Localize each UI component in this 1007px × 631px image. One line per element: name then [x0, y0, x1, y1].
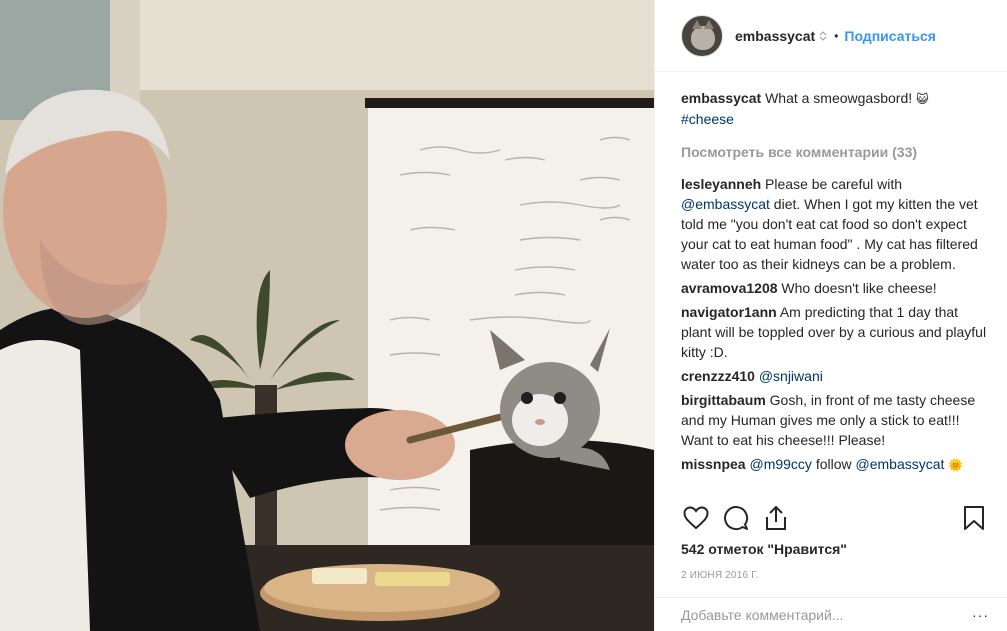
comment-item: missnpea @m99ccy follow @embassycat 🌞	[681, 454, 989, 475]
view-all-comments-link[interactable]: Посмотреть все комментарии (33)	[681, 142, 989, 162]
comments-list: embassycat What a smeowgasbord! 😺 #chees…	[681, 88, 989, 479]
photo-illustration	[0, 0, 654, 631]
caption-username[interactable]: embassycat	[681, 90, 761, 106]
instagram-post: embassycat • Подписаться embassycat What…	[0, 0, 1007, 631]
comment-mention[interactable]: @embassycat	[681, 196, 770, 212]
avatar[interactable]	[681, 14, 723, 57]
hashtag-link[interactable]: #cheese	[681, 111, 734, 127]
comment-username[interactable]: missnpea	[681, 456, 746, 472]
post-date: 2 ИЮНЯ 2016 Г.	[681, 570, 759, 581]
bookmark-icon	[964, 506, 984, 530]
follow-button[interactable]: Подписаться	[844, 28, 936, 44]
save-button[interactable]	[959, 503, 989, 533]
add-comment-bar: ···	[655, 597, 1007, 631]
speech-bubble-icon	[724, 506, 748, 530]
heart-outline-icon	[683, 506, 709, 530]
comment-mention[interactable]: @snjiwani	[759, 368, 823, 384]
comment-username[interactable]: crenzzz410	[681, 368, 755, 384]
separator-dot: •	[834, 28, 839, 43]
add-comment-input[interactable]	[681, 606, 972, 623]
header-username[interactable]: embassycat	[735, 28, 815, 44]
comment-username[interactable]: birgittabaum	[681, 392, 766, 408]
comment-text: follow	[811, 456, 856, 472]
sun-emoji: 🌞	[948, 458, 964, 472]
comment-username[interactable]: lesleyanneh	[681, 176, 761, 192]
post-side-panel: embassycat • Подписаться embassycat What…	[654, 0, 1007, 631]
comment-text: Who doesn't like cheese!	[781, 280, 937, 296]
comment-username[interactable]: navigator1ann	[681, 304, 777, 320]
comment-username[interactable]: avramova1208	[681, 280, 778, 296]
post-header: embassycat • Подписаться	[655, 0, 1007, 72]
chevron-up-down-icon	[819, 30, 827, 41]
comment-mention[interactable]: @m99ccy	[749, 456, 811, 472]
like-button[interactable]	[681, 503, 711, 533]
likes-count[interactable]: 542 отметок "Нравится"	[681, 541, 847, 557]
post-actions	[681, 500, 989, 536]
share-icon	[766, 506, 786, 530]
comment-text: Please be careful with	[765, 176, 903, 192]
comment-item: birgittabaum Gosh, in front of me tasty …	[681, 390, 989, 450]
caption: embassycat What a smeowgasbord! 😺 #chees…	[681, 88, 989, 129]
share-button[interactable]	[761, 503, 791, 533]
comment-button[interactable]	[721, 503, 751, 533]
comment-item: lesleyanneh Please be careful with @emba…	[681, 174, 989, 274]
comment-item: avramova1208 Who doesn't like cheese!	[681, 278, 989, 298]
comment-item: navigator1ann Am predicting that 1 day t…	[681, 302, 989, 362]
cat-emoji: 😺	[916, 92, 929, 106]
cat-avatar-image	[691, 19, 715, 50]
comment-item: crenzzz410 @snjiwani	[681, 366, 989, 386]
more-options-icon[interactable]: ···	[972, 607, 989, 623]
post-photo[interactable]	[0, 0, 654, 631]
caption-text: What a smeowgasbord!	[765, 90, 917, 106]
comment-mention[interactable]: @embassycat	[856, 456, 945, 472]
